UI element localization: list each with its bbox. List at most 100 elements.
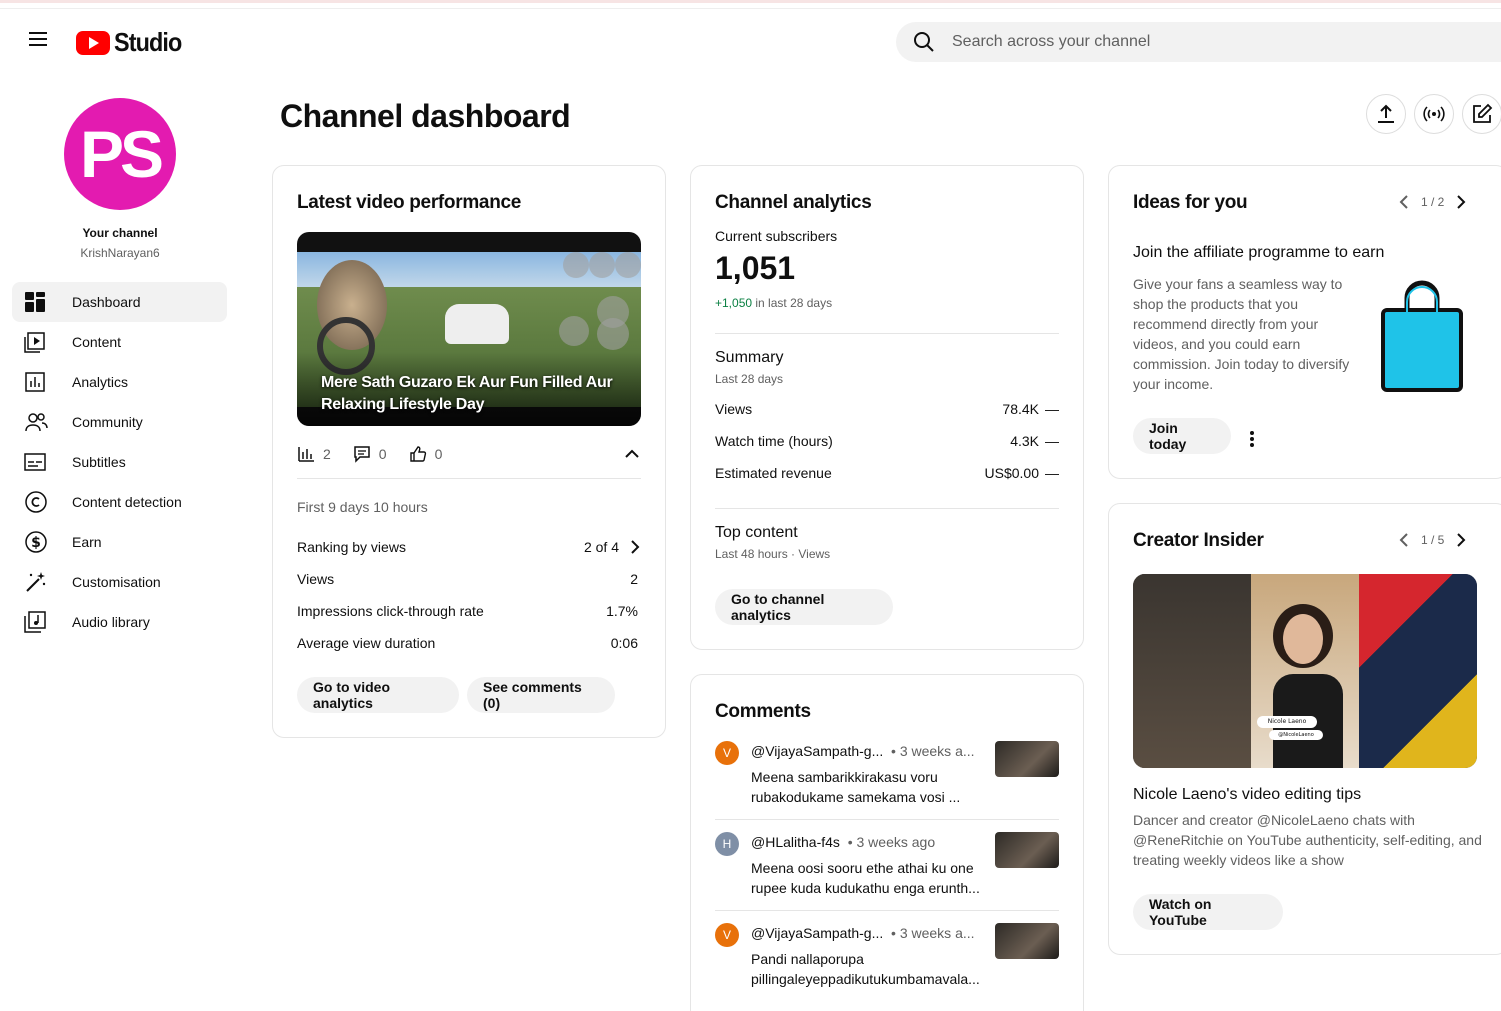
studio-logo[interactable]: Studio [76,27,189,58]
watch-time-summary-row: Watch time (hours) 4.3K — [715,433,1059,449]
thumb-handle-badge: @NicoleLaeno [1269,730,1323,740]
creator-pager: 1 / 5 [1397,532,1468,548]
comment-video-thumbnail[interactable] [995,923,1059,959]
avatar: H [715,832,739,856]
bar-chart-icon [298,447,314,462]
sidebar-item-community[interactable]: Community [12,402,227,442]
ctr-row: Impressions click-through rate 1.7% [297,603,641,619]
row-label: Watch time (hours) [715,433,833,449]
create-post-button[interactable] [1462,94,1501,134]
subscribers-count: 1,051 [715,250,796,286]
subtitles-icon [12,451,72,473]
card-title: Ideas for you [1133,192,1248,213]
comment-item[interactable]: V @VijayaSampath-g... • 3 weeks a... Mee… [715,741,1059,821]
sidebar-item-label: Earn [72,534,102,550]
divider [715,819,1059,820]
more-vertical-icon [1250,431,1254,447]
thumbs-up-icon [409,446,426,462]
card-title: Creator Insider [1133,530,1264,551]
creator-video-thumbnail[interactable]: Nicole Laeno @NicoleLaeno [1133,574,1477,768]
comment-item[interactable]: V @VijayaSampath-g... • 3 weeks a... Pan… [715,923,1059,1003]
comment-video-thumbnail[interactable] [995,832,1059,868]
svg-text:$: $ [31,535,41,551]
revenue-summary-row: Estimated revenue US$0.00 — [715,465,1059,481]
chevron-left-icon[interactable] [1397,194,1411,210]
idea-title: Join the affiliate programme to earn [1133,244,1385,261]
watch-on-youtube-button[interactable]: Watch on YouTube [1133,894,1283,930]
search-input[interactable] [952,33,1452,51]
comment-author: @HLalitha-f4s • 3 weeks ago [751,834,936,850]
video-thumbnail[interactable]: Mere Sath Guzaro Ek Aur Fun Filled Aur R… [297,232,641,426]
summary-subtitle: Last 28 days [715,372,784,386]
sidebar-item-customisation[interactable]: Customisation [12,562,227,602]
chevron-right-icon [631,540,640,554]
sidebar-item-label: Dashboard [72,294,141,310]
go-to-channel-analytics-button[interactable]: Go to channel analytics [715,589,893,625]
top-divider [0,8,1501,9]
comment-text: Pandi nallaporupa pillingaleyeppadikutuk… [751,951,980,987]
comment-item[interactable]: H @HLalitha-f4s • 3 weeks ago Meena oosi… [715,832,1059,912]
period-label: First 9 days 10 hours [297,499,428,515]
go-live-button[interactable] [1414,94,1454,134]
menu-icon[interactable] [24,28,52,56]
channel-avatar[interactable]: PS [64,98,176,210]
row-label: Views [715,401,753,417]
likes-stat: 0 [409,445,443,463]
likes-count: 0 [434,446,443,462]
pager-text: 1 / 5 [1421,533,1445,547]
subscribers-change: +1,050 in last 28 days [715,296,833,310]
thumb-name-badge: Nicole Laeno [1257,716,1317,728]
go-to-video-analytics-button[interactable]: Go to video analytics [297,677,459,713]
more-options-button[interactable] [1245,428,1259,455]
divider [715,910,1059,911]
chevron-left-icon[interactable] [1397,532,1411,548]
comment-author: @VijayaSampath-g... • 3 weeks a... [751,743,975,759]
sidebar-item-analytics[interactable]: Analytics [12,362,227,402]
top-border [0,0,1501,3]
comment-author: @VijayaSampath-g... • 3 weeks a... [751,925,975,941]
row-value: 2 of 4 [583,539,619,555]
your-channel-label: Your channel [82,226,158,240]
collapse-button[interactable] [623,445,641,466]
sidebar-nav: Dashboard Content Analytics Community Su… [12,282,227,642]
views-row: Views 2 [297,571,641,587]
community-icon [12,411,72,433]
card-title: Comments [715,701,811,722]
row-value: 4.3K [1010,433,1039,449]
creator-insider-card: Creator Insider 1 / 5 Nicole Laeno @Nico… [1108,503,1501,955]
row-label: Estimated revenue [715,465,832,481]
page-title: Channel dashboard [280,98,571,134]
content-icon [12,331,72,353]
sidebar-item-audio-library[interactable]: Audio library [12,602,227,642]
chevron-up-icon [625,449,639,458]
sidebar-item-content-detection[interactable]: Content detection [12,482,227,522]
row-value: US$0.00 [984,465,1039,481]
chevron-right-icon[interactable] [1454,532,1468,548]
comments-stat: 0 [353,445,387,463]
row-value: 2 [630,571,638,587]
sidebar-item-dashboard[interactable]: Dashboard [12,282,227,322]
comments-count: 0 [378,446,387,462]
audio-library-icon [12,611,72,633]
ranking-row[interactable]: Ranking by views 2 of 4 [297,539,641,555]
row-value: 78.4K [1002,401,1039,417]
search-icon[interactable] [896,22,952,62]
row-label: Impressions click-through rate [297,603,484,619]
see-comments-button[interactable]: See comments (0) [467,677,615,713]
join-today-button[interactable]: Join today [1133,418,1231,454]
sidebar-item-subtitles[interactable]: Subtitles [12,442,227,482]
avatar: V [715,923,739,947]
comment-video-thumbnail[interactable] [995,741,1059,777]
chevron-right-icon[interactable] [1454,194,1468,210]
sidebar-item-label: Subtitles [72,454,126,470]
upload-button[interactable] [1366,94,1406,134]
row-value: 0:06 [610,635,638,651]
sidebar-item-earn[interactable]: $ Earn [12,522,227,562]
top-content-subtitle: Last 48 hours · Views [715,547,831,561]
sidebar-item-content[interactable]: Content [12,322,227,362]
video-title: Mere Sath Guzaro Ek Aur Fun Filled Aur R… [321,374,613,413]
divider [715,508,1059,509]
search-bar[interactable] [896,22,1501,62]
sidebar-item-label: Audio library [72,614,150,630]
sidebar-item-label: Analytics [72,374,129,390]
